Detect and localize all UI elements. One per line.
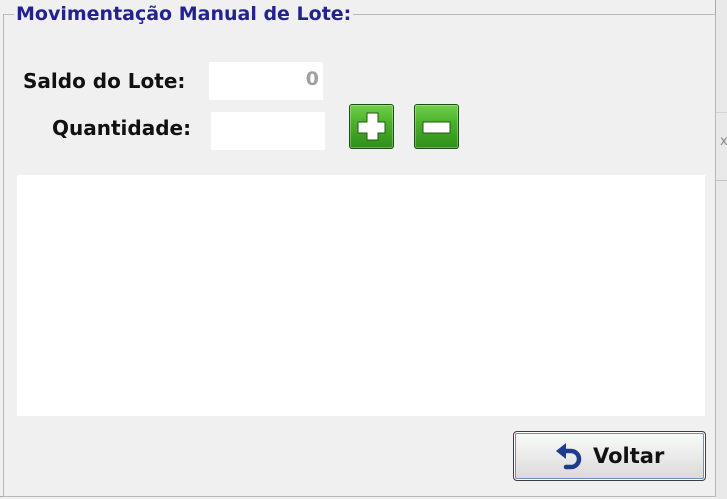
background-partial-glyph: x [720, 134, 727, 149]
minus-icon [422, 121, 451, 134]
background-divider [716, 112, 727, 113]
voltar-button[interactable]: Voltar [513, 431, 706, 481]
undo-icon [556, 443, 582, 470]
add-button[interactable] [349, 104, 394, 149]
group-title: Movimentação Manual de Lote: [16, 3, 352, 25]
quantidade-input[interactable] [211, 112, 325, 150]
remove-button[interactable] [414, 104, 459, 149]
saldo-value-field: 0 [209, 62, 323, 100]
plus-icon [357, 112, 386, 141]
quantidade-label: Quantidade: [52, 116, 192, 140]
background-window-edge [716, 0, 727, 499]
movimentacao-dialog: Movimentação Manual de Lote: Saldo do Lo… [0, 0, 716, 497]
voltar-label: Voltar [593, 444, 665, 468]
saldo-label: Saldo do Lote: [23, 69, 186, 93]
background-divider [716, 180, 727, 181]
history-text-area[interactable] [17, 175, 705, 416]
